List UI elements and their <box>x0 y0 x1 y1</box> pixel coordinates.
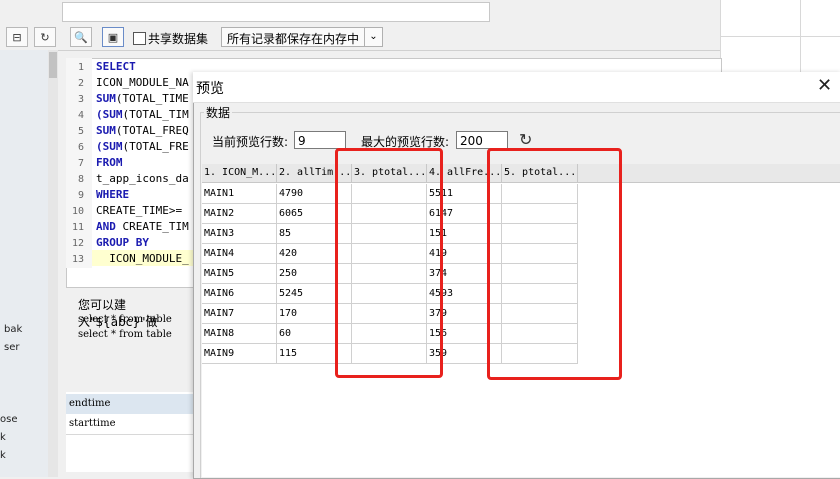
refresh-icon[interactable]: ↻ <box>34 27 56 47</box>
sql-keyword: GROUP BY <box>96 236 149 249</box>
close-icon[interactable]: ✕ <box>817 75 832 96</box>
param-row[interactable]: endtime <box>66 394 196 414</box>
code-line[interactable]: SELECT <box>96 60 136 73</box>
table-cell[interactable]: MAIN9 <box>202 344 277 364</box>
line-number: 4 <box>77 110 84 121</box>
left-item[interactable]: k <box>0 432 6 443</box>
current-rows-label: 当前预览行数: <box>212 135 289 149</box>
sql-text: (TOTAL_TIME <box>115 92 189 105</box>
line-number: 6 <box>77 142 84 153</box>
table-cell[interactable]: MAIN8 <box>202 324 277 344</box>
sql-keyword: (SUM <box>96 140 123 153</box>
sql-keyword: SUM <box>96 92 116 105</box>
sql-text: CREATE_TIM <box>115 220 189 233</box>
highlight-box <box>335 148 443 378</box>
left-item[interactable]: k <box>0 450 6 461</box>
sql-keyword: (SUM <box>96 108 123 121</box>
save-mode-select[interactable]: 所有记录都保存在内存中 ⌄ <box>221 27 383 47</box>
code-line[interactable]: FROM <box>96 156 123 169</box>
table-cell[interactable]: MAIN4 <box>202 244 277 264</box>
code-line[interactable]: (SUM(TOTAL_FRE <box>96 140 189 153</box>
save-dataset-icon[interactable]: ▣ <box>102 27 124 47</box>
sql-format-icon[interactable]: ⊟ <box>6 27 28 47</box>
code-line[interactable]: CREATE_TIME>= <box>96 204 182 217</box>
sql-text: (TOTAL_FRE <box>122 140 189 153</box>
line-number: 1 <box>77 62 84 73</box>
code-line[interactable]: t_app_icons_da <box>96 172 189 185</box>
left-item[interactable]: ose <box>0 414 17 425</box>
code-line[interactable]: ICON_MODULE_ <box>96 252 189 265</box>
line-number: 11 <box>71 222 84 233</box>
share-dataset-label: 共享数据集 <box>148 32 209 46</box>
code-line[interactable]: SUM(TOTAL_FREQ <box>96 124 189 137</box>
line-number: 8 <box>77 174 84 185</box>
line-number: 7 <box>77 158 84 169</box>
table-cell[interactable]: MAIN7 <box>202 304 277 324</box>
left-tree-pane: bak ser ose k k <box>0 50 49 477</box>
code-line[interactable]: AND CREATE_TIM <box>96 220 189 233</box>
table-cell[interactable]: MAIN5 <box>202 264 277 284</box>
code-line[interactable]: GROUP BY <box>96 236 149 249</box>
sql-text: ICON_MODULE_ <box>96 252 189 265</box>
column-header[interactable]: 1. ICON_M... <box>202 164 277 182</box>
table-cell[interactable]: MAIN1 <box>202 184 277 204</box>
save-mode-value: 所有记录都保存在内存中 <box>227 32 360 46</box>
hint-example: select * from table <box>78 329 172 340</box>
hint-example: select * from table <box>78 314 172 325</box>
line-number: 3 <box>77 94 84 105</box>
code-line[interactable]: ICON_MODULE_NA <box>96 76 189 89</box>
share-dataset-checkbox[interactable] <box>133 32 146 45</box>
line-number: 5 <box>77 126 84 137</box>
table-cell[interactable]: MAIN6 <box>202 284 277 304</box>
table-cell[interactable]: MAIN2 <box>202 204 277 224</box>
left-item[interactable]: bak <box>4 324 22 335</box>
param-row[interactable]: starttime <box>66 414 196 435</box>
code-line[interactable]: SUM(TOTAL_TIME <box>96 92 189 105</box>
preview-icon[interactable]: 🔍 <box>70 27 92 47</box>
highlight-box <box>487 148 622 380</box>
sql-keyword: WHERE <box>96 188 130 201</box>
sql-keyword: SUM <box>96 124 116 137</box>
line-number: 12 <box>71 238 84 249</box>
table-cell[interactable]: MAIN3 <box>202 224 277 244</box>
sql-keyword: AND <box>96 220 116 233</box>
sql-text: t_app_icons_da <box>96 172 189 185</box>
line-number: 9 <box>77 190 84 201</box>
current-rows-input[interactable]: 9 <box>294 131 346 149</box>
refresh-icon[interactable]: ↻ <box>519 130 532 149</box>
line-number: 2 <box>77 78 84 89</box>
param-name: endtime <box>69 398 111 409</box>
group-label: 数据 <box>204 104 233 121</box>
dialog-title: 预览 <box>196 81 224 97</box>
left-scrollbar[interactable] <box>48 50 58 477</box>
right-grid-panel <box>720 0 840 72</box>
left-item[interactable]: ser <box>4 342 19 353</box>
chevron-down-icon[interactable]: ⌄ <box>364 28 382 46</box>
sql-text: (TOTAL_FREQ <box>115 124 189 137</box>
left-toolbar: ⊟ ↻ <box>0 24 62 51</box>
param-name: starttime <box>69 418 116 429</box>
line-number: 13 <box>71 254 84 265</box>
dataset-toolbar: 🔍 ▣ 共享数据集 所有记录都保存在内存中 ⌄ <box>62 24 720 51</box>
sql-keyword: SELECT <box>96 60 136 73</box>
hint-area: 您可以建入"${abc}"做 select * from table selec… <box>66 290 196 370</box>
left-scrollbar-thumb[interactable] <box>49 52 57 78</box>
sql-text: ICON_MODULE_NA <box>96 76 189 89</box>
dialog-title-bar: 预览 ✕ <box>193 72 840 103</box>
sql-text: CREATE_TIME>= <box>96 204 183 217</box>
top-input[interactable] <box>62 2 490 22</box>
line-number: 10 <box>71 206 84 217</box>
sql-text: (TOTAL_TIM <box>122 108 189 121</box>
sql-keyword: FROM <box>96 156 123 169</box>
code-line[interactable]: (SUM(TOTAL_TIM <box>96 108 189 121</box>
code-line[interactable]: WHERE <box>96 188 129 201</box>
max-rows-input[interactable]: 200 <box>456 131 508 149</box>
